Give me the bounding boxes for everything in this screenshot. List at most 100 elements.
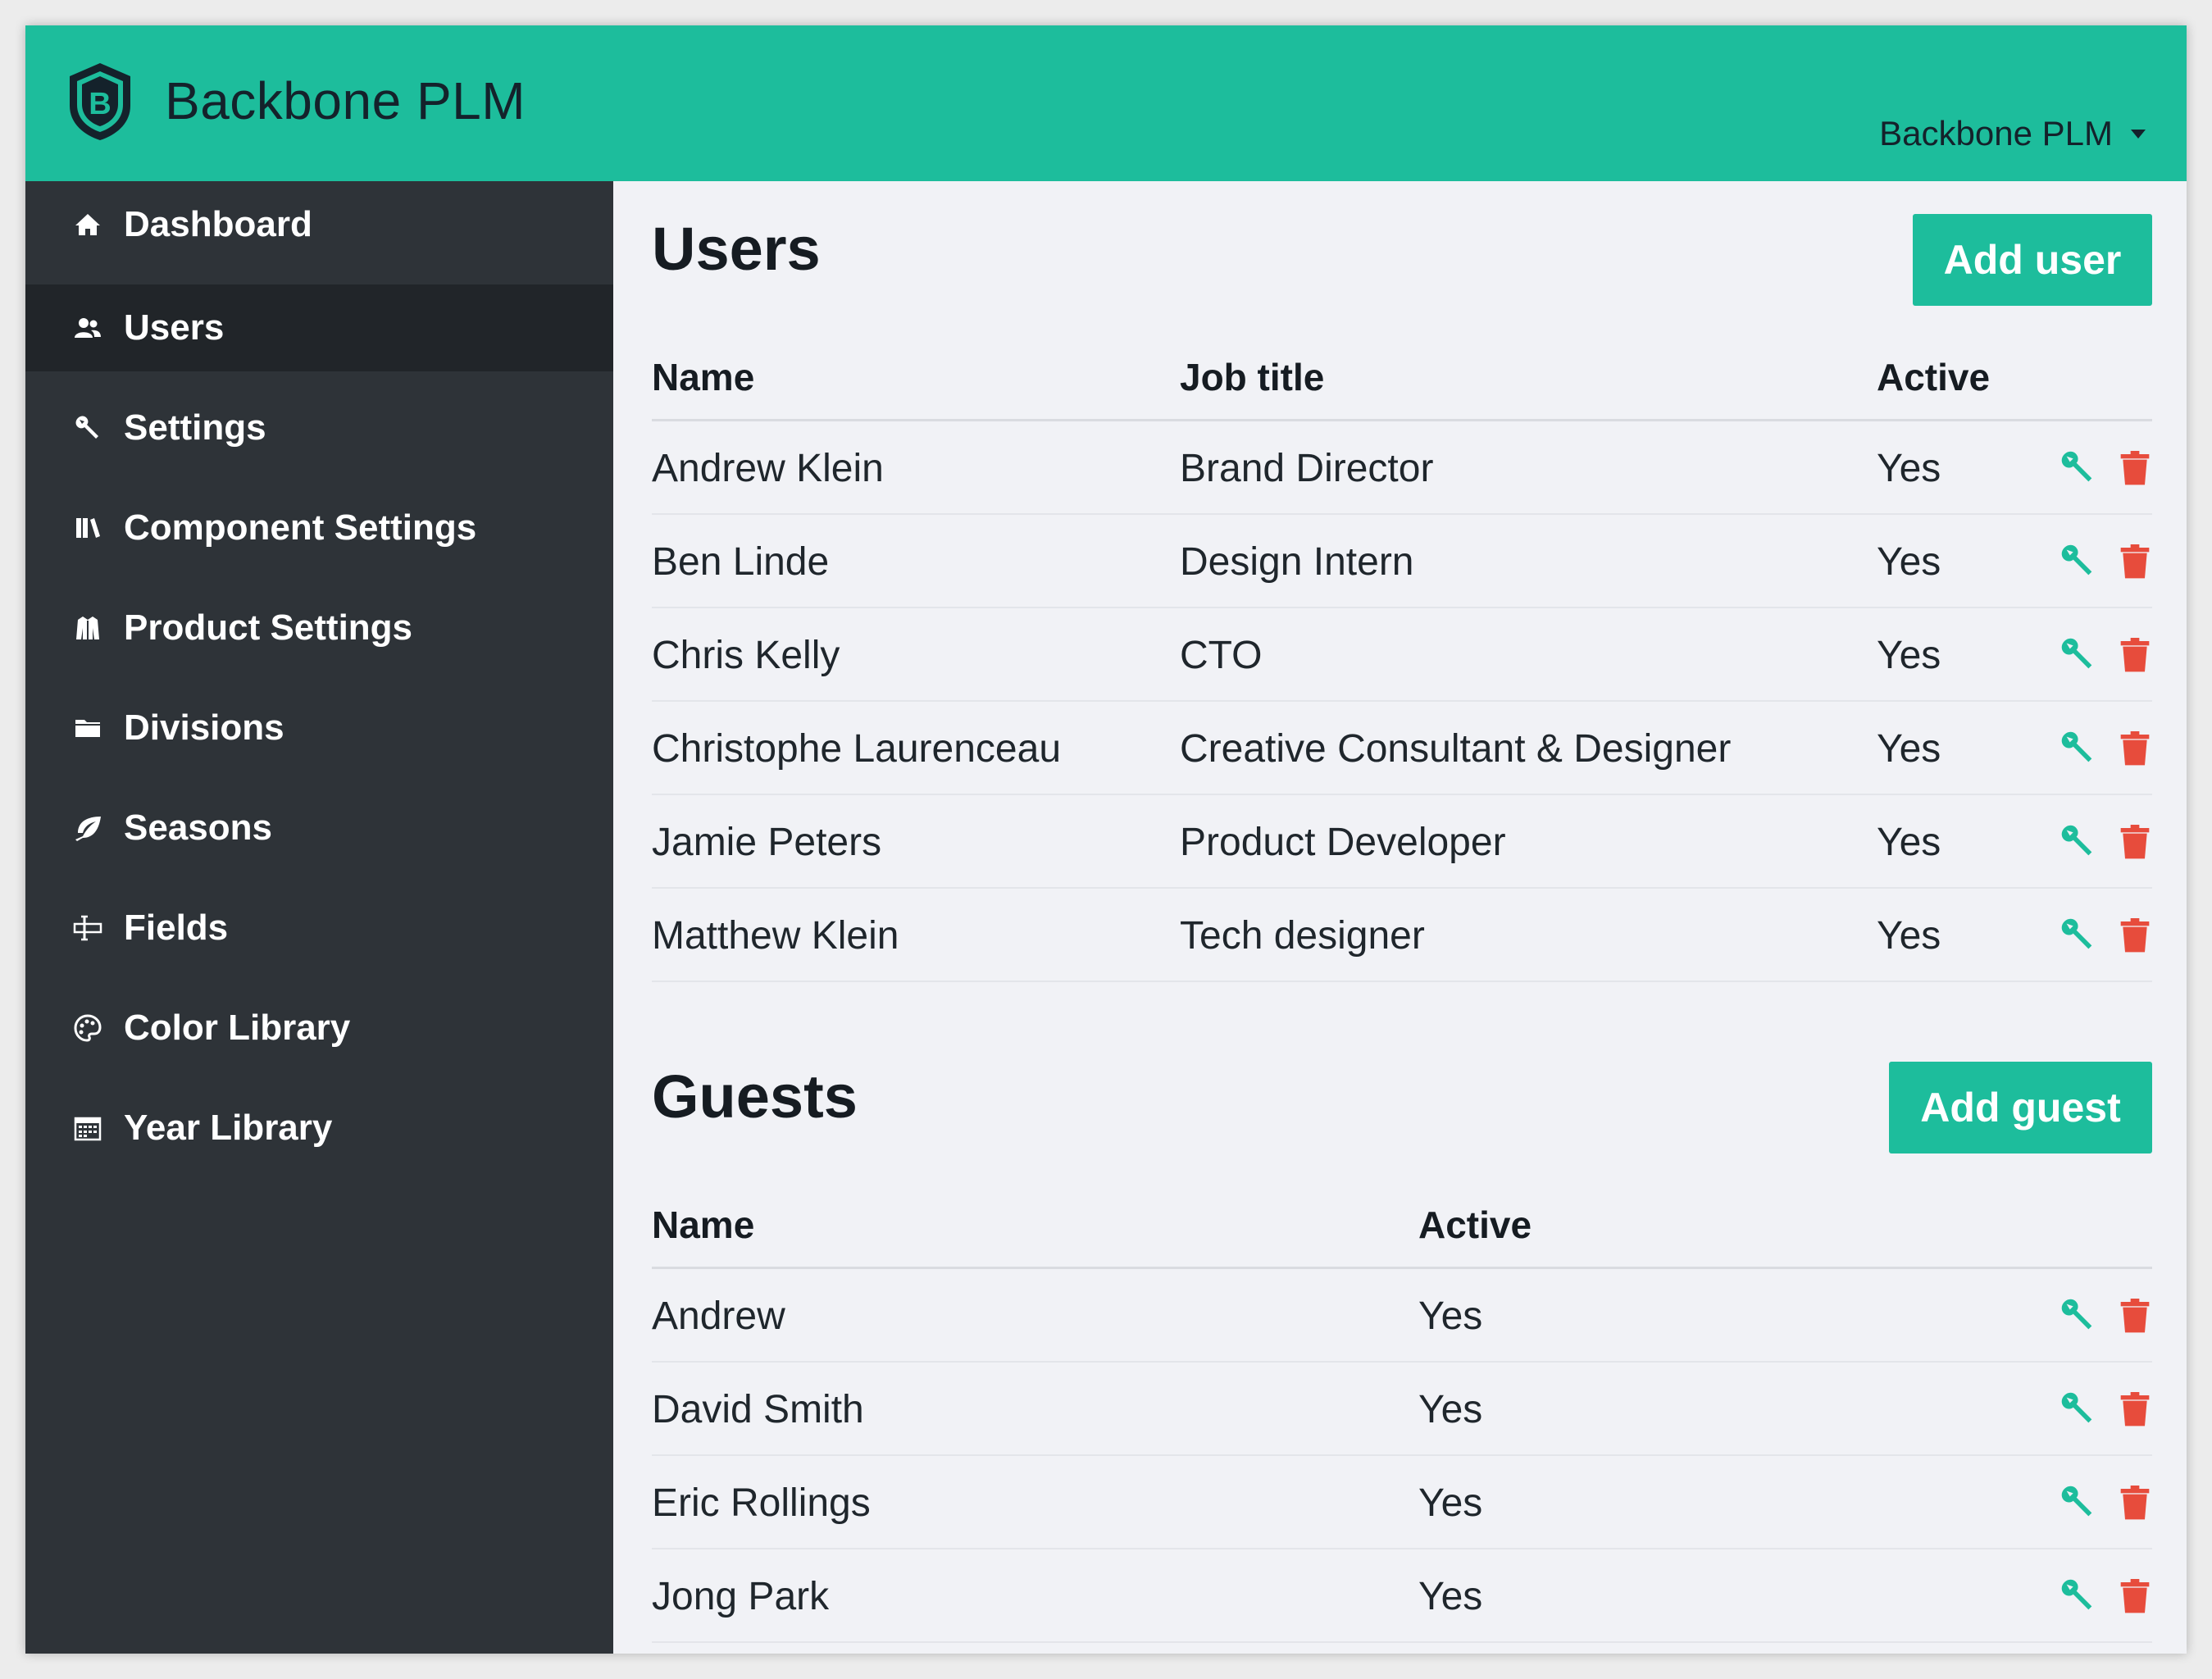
guest-active: Yes [1418,1295,1483,1338]
books-icon [71,512,104,544]
wrench-icon [71,412,104,444]
delete-trash-icon[interactable] [2115,728,2155,767]
edit-wrench-icon[interactable] [2058,1482,2097,1522]
sidebar-item-label: Settings [124,407,266,448]
brand[interactable]: B Backbone PLM [65,60,526,142]
guest-name: Jong Park [652,1575,830,1618]
sidebar-item-label: Component Settings [124,507,477,548]
table-row: Chris Kelly CTO Yes [652,608,2152,702]
sidebar-item-label: Dashboard [124,204,312,244]
sidebar-item-component-settings[interactable]: Component Settings [25,485,613,571]
column-active: Active [1418,1204,1532,1246]
calendar-icon [71,1112,104,1144]
guests-title: Guests [652,1062,858,1131]
user-active: Yes [1877,634,1941,677]
caret-down-icon [2131,129,2146,139]
edit-wrench-icon[interactable] [2058,1389,2097,1428]
app-window: B Backbone PLM Backbone PLM Dashboard Us… [25,25,2187,1654]
table-header: Name Active [652,1178,2152,1269]
users-table: Name Job title Active Andrew Klein Brand… [652,330,2152,982]
users-icon [71,312,104,344]
delete-trash-icon[interactable] [2115,1482,2155,1522]
edit-wrench-icon[interactable] [2058,821,2097,861]
column-name: Name [652,356,755,398]
table-header: Name Job title Active [652,330,2152,421]
guest-name: Andrew [652,1295,785,1338]
delete-trash-icon[interactable] [2115,635,2155,674]
add-guest-button[interactable]: Add guest [1889,1062,2152,1153]
column-name: Name [652,1204,755,1246]
sidebar-item-users[interactable]: Users [25,284,613,371]
delete-trash-icon[interactable] [2115,541,2155,580]
user-name: Jamie Peters [652,821,882,864]
sidebar-item-year-library[interactable]: Year Library [25,1085,613,1172]
column-active: Active [1877,356,1991,398]
sidebar-item-seasons[interactable]: Seasons [25,785,613,871]
edit-wrench-icon[interactable] [2058,1576,2097,1615]
edit-wrench-icon[interactable] [2058,915,2097,954]
table-row: Ben Linde Design Intern Yes [652,515,2152,608]
table-row: David Smith Yes [652,1363,2152,1456]
user-name: Ben Linde [652,540,830,584]
user-active: Yes [1877,447,1941,490]
table-row: Andrew Klein Brand Director Yes [652,421,2152,515]
main-content: Users Add user Name Job title Active And… [613,181,2187,1654]
edit-wrench-icon[interactable] [2058,728,2097,767]
sidebar-item-label: Seasons [124,808,272,848]
delete-trash-icon[interactable] [2115,1576,2155,1615]
user-name: Andrew Klein [652,447,884,490]
delete-trash-icon[interactable] [2115,821,2155,861]
user-name: Chris Kelly [652,634,840,677]
home-icon [71,208,104,241]
column-job-title: Job title [1180,356,1325,398]
edit-wrench-icon[interactable] [2058,541,2097,580]
sidebar-item-label: Fields [124,908,229,948]
delete-trash-icon[interactable] [2115,448,2155,487]
table-row: Eric Rollings Yes [652,1456,2152,1549]
guests-table: Name Active Andrew Yes David Smith Yes E… [652,1178,2152,1643]
jacket-icon [71,612,104,644]
edit-wrench-icon[interactable] [2058,1295,2097,1335]
account-name: Backbone PLM [1879,114,2113,152]
sidebar-item-settings[interactable]: Settings [25,384,613,471]
table-row: Jamie Peters Product Developer Yes [652,795,2152,889]
users-title: Users [652,215,821,283]
sidebar-item-fields[interactable]: Fields [25,885,613,971]
delete-trash-icon[interactable] [2115,915,2155,954]
sidebar-item-dashboard[interactable]: Dashboard [25,181,613,268]
add-user-button[interactable]: Add user [1913,214,2152,306]
leaf-icon [71,812,104,844]
guest-active: Yes [1418,1388,1483,1431]
guest-active: Yes [1418,1575,1483,1618]
user-name: Christophe Laurenceau [652,727,1062,771]
delete-trash-icon[interactable] [2115,1389,2155,1428]
user-active: Yes [1877,727,1941,771]
sidebar-item-label: Color Library [124,1008,351,1048]
guest-name: David Smith [652,1388,864,1431]
user-job-title: Design Intern [1180,540,1414,584]
user-active: Yes [1877,540,1941,584]
user-job-title: Creative Consultant & Designer [1180,727,1732,771]
account-dropdown[interactable]: Backbone PLM [1879,109,2146,158]
sidebar-item-color-library[interactable]: Color Library [25,985,613,1072]
brand-name: Backbone PLM [165,71,526,130]
logo-letter: B [89,87,111,121]
logo-shield-icon: B [70,63,130,140]
sidebar-item-label: Product Settings [124,607,413,648]
top-navbar: B Backbone PLM Backbone PLM [25,25,2187,181]
table-row: Andrew Yes [652,1269,2152,1363]
edit-wrench-icon[interactable] [2058,635,2097,674]
sidebar-item-divisions[interactable]: Divisions [25,685,613,771]
delete-trash-icon[interactable] [2115,1295,2155,1335]
field-icon [71,912,104,944]
user-active: Yes [1877,821,1941,864]
sidebar: Dashboard Users Settings Component Setti… [25,181,613,1654]
user-job-title: Tech designer [1180,914,1425,958]
table-row: Jong Park Yes [652,1549,2152,1643]
sidebar-item-label: Year Library [124,1108,333,1148]
user-name: Matthew Klein [652,914,899,958]
edit-wrench-icon[interactable] [2058,448,2097,487]
user-job-title: CTO [1180,634,1263,677]
sidebar-item-product-settings[interactable]: Product Settings [25,585,613,671]
table-row: Christophe Laurenceau Creative Consultan… [652,702,2152,795]
